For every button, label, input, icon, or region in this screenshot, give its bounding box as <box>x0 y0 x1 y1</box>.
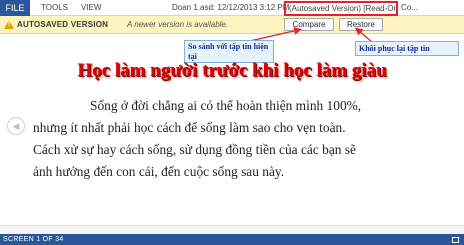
previous-screen-button[interactable]: ◀ <box>7 117 25 135</box>
read-mode-icon[interactable] <box>452 237 459 243</box>
body-line: ảnh hưởng đến con cái, đến cuộc sống sau… <box>33 164 285 179</box>
horizontal-scrollbar[interactable] <box>0 225 464 234</box>
document-body: Sống ở đời chẳng ai có thể hoàn thiện mì… <box>33 95 461 183</box>
body-line: Sống ở đời chẳng ai có thể hoàn thiện mì… <box>90 98 362 113</box>
body-line: Cách xử sự hay cách sống, sử dụng đồng t… <box>33 142 356 157</box>
document-heading: Học làm người trước khi học làm giàu <box>77 60 387 81</box>
screen-indicator: SCREEN 1 OF 34 <box>3 236 64 243</box>
restore-callout: Khôi phục lại tập tin <box>355 41 459 56</box>
status-bar: SCREEN 1 OF 34 <box>0 234 464 245</box>
chevron-left-icon: ◀ <box>12 121 20 131</box>
body-line: nhưng ít nhất phải học cách để sống làm … <box>33 120 346 135</box>
